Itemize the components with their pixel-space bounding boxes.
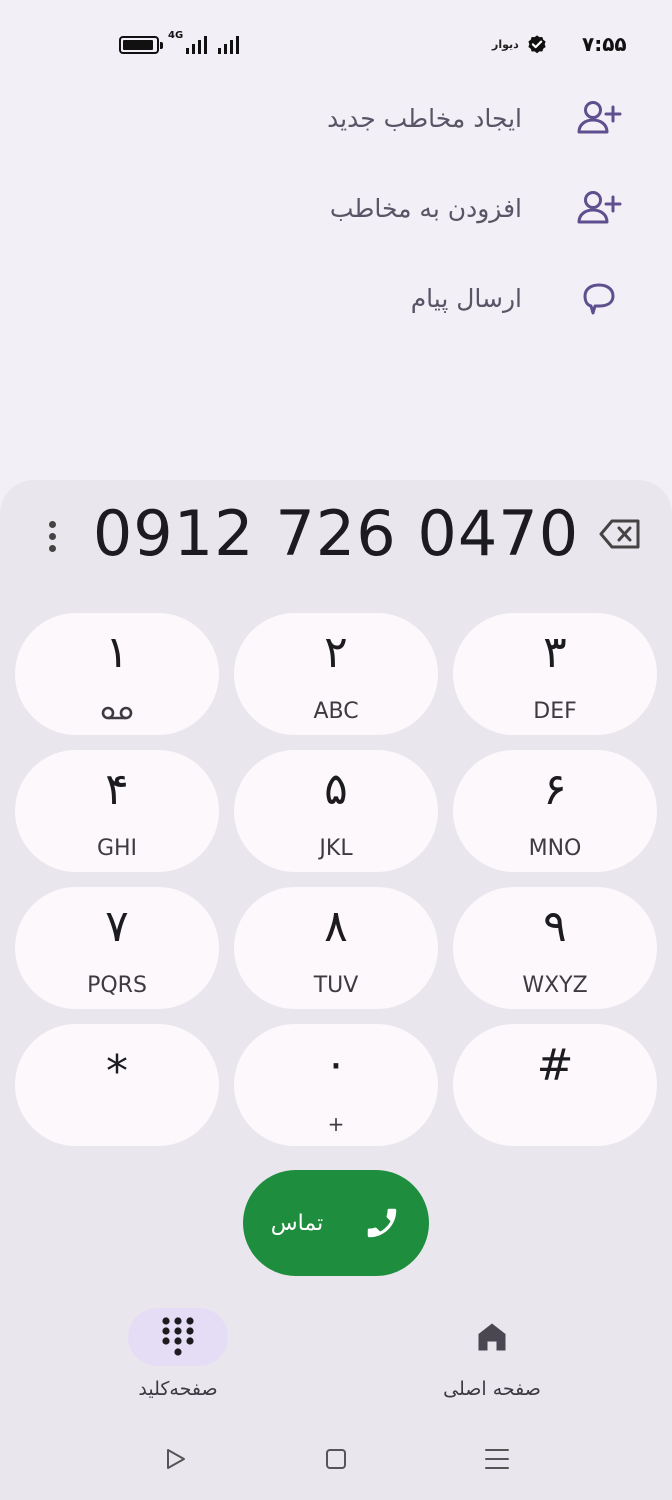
key-digit: ۱ xyxy=(105,627,129,678)
add-person-icon xyxy=(576,185,622,231)
status-bar: 4G دیوار ۷:۵۵ xyxy=(0,0,672,90)
dialer-screen: 4G دیوار ۷:۵۵ ایجاد مخاطب جدید افزودن به… xyxy=(0,0,672,1500)
key-2[interactable]: ۲ ABC xyxy=(234,613,438,735)
key-9[interactable]: ۹ WXYZ xyxy=(453,887,657,1009)
verified-check-icon xyxy=(528,35,546,54)
nav-keypad-indicator xyxy=(128,1308,228,1366)
key-digit: ۹ xyxy=(543,901,567,952)
voicemail-icon xyxy=(101,706,133,720)
dialed-number: 0912 726 0470 xyxy=(92,496,580,570)
nav-keypad-label: صفحه‌کلید xyxy=(138,1378,218,1400)
battery-icon xyxy=(119,36,163,54)
key-6[interactable]: ۶ MNO xyxy=(453,750,657,872)
signal-icon xyxy=(186,34,207,54)
key-5[interactable]: ۵ JKL xyxy=(234,750,438,872)
key-1[interactable]: ۱ xyxy=(15,613,219,735)
system-back-button[interactable] xyxy=(160,1444,190,1474)
key-letters: GHI xyxy=(96,836,138,861)
key-letters: DEF xyxy=(533,699,577,724)
key-letters: PQRS xyxy=(87,973,147,998)
key-8[interactable]: ۸ TUV xyxy=(234,887,438,1009)
key-digit: # xyxy=(536,1040,574,1091)
system-nav-bar xyxy=(0,1430,672,1490)
action-send-message[interactable]: ارسال پیام xyxy=(0,258,672,338)
menu-lines-icon xyxy=(485,1449,509,1469)
key-digit: ۸ xyxy=(324,901,348,952)
status-time: ۷:۵۵ xyxy=(582,32,627,56)
action-label: ایجاد مخاطب جدید xyxy=(327,103,522,133)
message-icon xyxy=(576,275,622,321)
key-letters: JKL xyxy=(319,836,353,861)
key-hash[interactable]: # xyxy=(453,1024,657,1146)
backspace-icon xyxy=(599,519,640,549)
key-digit: ۰ xyxy=(324,1038,348,1089)
key-star[interactable]: * xyxy=(15,1024,219,1146)
action-label: ارسال پیام xyxy=(410,283,522,313)
nav-keypad[interactable]: صفحه‌کلید xyxy=(78,1300,278,1410)
key-digit: ۴ xyxy=(105,764,129,815)
battery-level xyxy=(123,40,153,50)
action-add-to-contact[interactable]: افزودن به مخاطب xyxy=(0,168,672,248)
key-digit: ۵ xyxy=(324,764,348,815)
add-person-icon xyxy=(576,95,622,141)
key-letters: WXYZ xyxy=(522,973,588,998)
keypad: ۱ ۲ ABC ۳ DEF ۴ GHI ۵ JKL ۶ MNO ۷ PQRS ۸… xyxy=(15,613,657,1146)
key-letters: MNO xyxy=(528,836,582,861)
signal-icon-sim2 xyxy=(218,34,239,54)
key-digit: ۷ xyxy=(105,901,129,952)
action-create-contact[interactable]: ایجاد مخاطب جدید xyxy=(0,78,672,158)
square-icon xyxy=(326,1449,346,1469)
dialpad-icon xyxy=(162,1317,194,1356)
bottom-nav: صفحه‌کلید صفحه اصلی xyxy=(0,1300,672,1410)
network-type: 4G xyxy=(168,30,184,41)
nav-home[interactable]: صفحه اصلی xyxy=(392,1300,592,1410)
play-triangle-icon xyxy=(167,1449,185,1469)
home-icon xyxy=(478,1323,506,1351)
call-label: تماس xyxy=(270,1210,324,1236)
key-7[interactable]: ۷ PQRS xyxy=(15,887,219,1009)
key-letters: ABC xyxy=(313,699,359,724)
key-4[interactable]: ۴ GHI xyxy=(15,750,219,872)
action-label: افزودن به مخاطب xyxy=(329,193,522,223)
key-letters: TUV xyxy=(313,973,359,998)
key-digit: ۶ xyxy=(543,764,567,815)
nav-home-indicator xyxy=(442,1308,542,1366)
notification-app-label: دیوار xyxy=(492,38,519,51)
key-digit: * xyxy=(106,1046,128,1097)
call-button[interactable]: تماس xyxy=(243,1170,429,1276)
nav-home-label: صفحه اصلی xyxy=(443,1378,541,1400)
key-letters: + xyxy=(327,1112,345,1136)
number-display[interactable]: 0912 726 0470 xyxy=(0,496,672,570)
system-home-button[interactable] xyxy=(321,1444,351,1474)
backspace-button[interactable] xyxy=(596,514,644,554)
key-0[interactable]: ۰ + xyxy=(234,1024,438,1146)
key-digit: ۲ xyxy=(324,627,348,678)
system-recents-button[interactable] xyxy=(482,1444,512,1474)
phone-icon xyxy=(367,1208,397,1238)
key-digit: ۳ xyxy=(543,627,567,678)
key-3[interactable]: ۳ DEF xyxy=(453,613,657,735)
